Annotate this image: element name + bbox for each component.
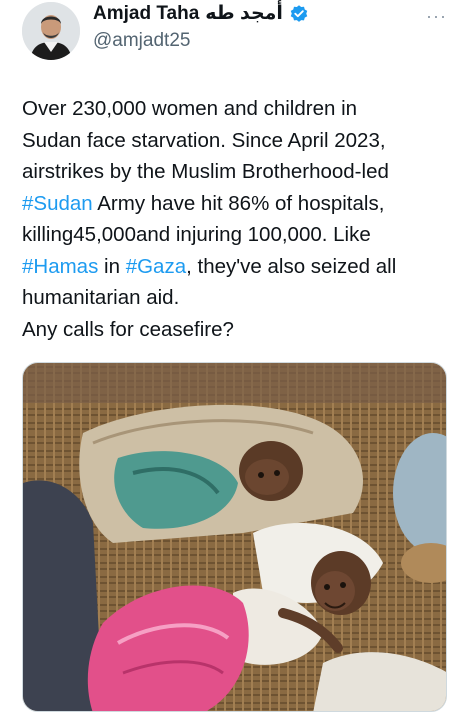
author-handle[interactable]: @amjadt25	[93, 30, 190, 52]
hashtag-link[interactable]: #Sudan	[22, 192, 93, 215]
tweet-text-segment: in	[98, 254, 126, 278]
tweet-media-photo[interactable]	[22, 362, 447, 712]
tweet-text: Over 230,000 women and children in Sudan…	[22, 93, 452, 345]
more-options-icon[interactable]: ···	[426, 6, 447, 27]
author-name-row: Amjad Taha أمجد طه	[93, 2, 309, 25]
photo-two-infants-on-mat	[23, 363, 446, 711]
author-display-name[interactable]: Amjad Taha	[93, 3, 199, 25]
avatar[interactable]	[22, 2, 80, 60]
hashtag-link[interactable]: #Gaza	[126, 255, 186, 278]
verified-badge-icon	[289, 4, 309, 24]
author-arabic-name[interactable]: أمجد طه	[205, 2, 283, 25]
tweet-text-segment: Over 230,000 women and children in Sudan…	[22, 97, 389, 183]
avatar-image	[22, 2, 80, 60]
tweet-header: Amjad Taha أمجد طه @amjadt25 ···	[0, 0, 469, 80]
hashtag-link[interactable]: #Hamas	[22, 255, 98, 278]
